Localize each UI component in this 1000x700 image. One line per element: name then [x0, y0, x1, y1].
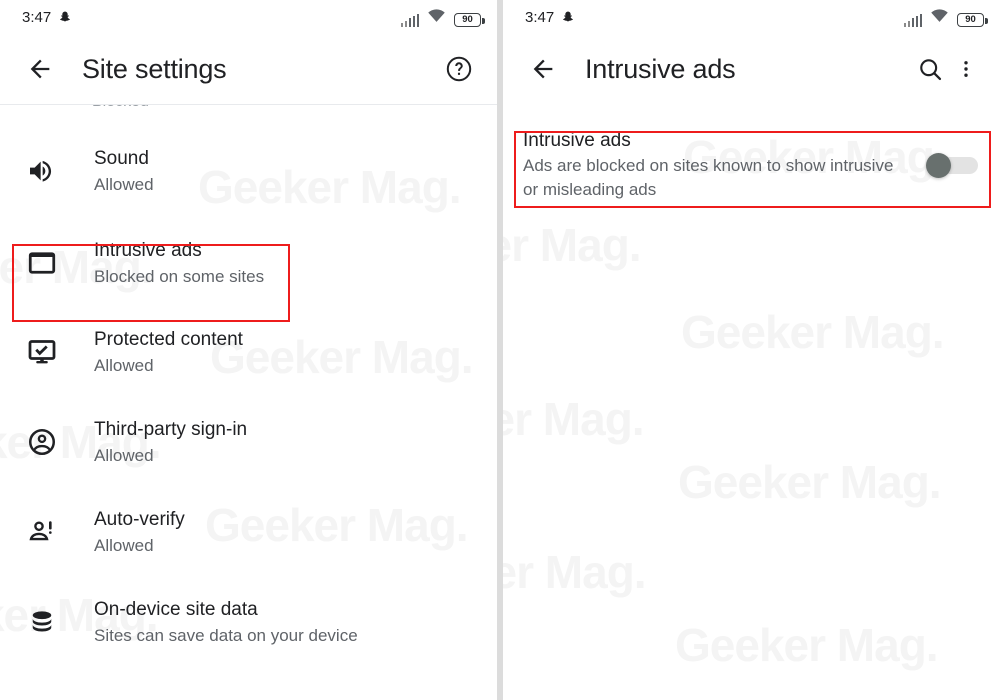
settings-row-subtitle: Allowed [94, 355, 154, 375]
settings-row-text: Third-party sign-in Allowed [94, 417, 247, 468]
wifi-icon [427, 8, 446, 27]
site-settings-list: Blocked Sound Allowed [0, 105, 497, 667]
status-bar-clock: 3:47 [22, 8, 52, 26]
snapchat-ghost-icon [561, 10, 575, 25]
toggle-row-title: Intrusive ads [523, 130, 631, 151]
database-stack-icon [22, 602, 62, 642]
volume-up-icon [22, 151, 62, 191]
status-bar-left: 3:47 [525, 9, 575, 26]
toggle-knob [926, 153, 951, 178]
intrusive-ads-toggle-row[interactable]: Intrusive ads Ads are blocked on sites k… [503, 114, 1000, 216]
ad-block-square-icon [22, 243, 62, 283]
cellular-signal-icon [400, 13, 419, 27]
left-panel-site-settings: Geeker Mag. Geeker Mag. Geeker Mag. Geek… [0, 0, 497, 700]
settings-row-title: On-device site data [94, 598, 258, 620]
settings-row-text: Intrusive ads Blocked on some sites [94, 238, 264, 289]
watermark: Geeker Mag. [503, 219, 642, 271]
status-bar-left: 3:47 [22, 9, 72, 26]
battery-icon: 90 [454, 12, 485, 27]
toggle-row-subtitle: Ads are blocked on sites known to show i… [523, 156, 894, 199]
back-arrow-icon[interactable] [523, 49, 563, 89]
settings-row-sound[interactable]: Sound Allowed [0, 123, 497, 219]
settings-row-subtitle: Blocked on some sites [94, 266, 265, 286]
more-vert-icon[interactable] [950, 49, 982, 89]
settings-row-text: Auto-verify Allowed [94, 507, 185, 558]
search-icon[interactable] [910, 49, 950, 89]
person-alert-icon [22, 512, 62, 552]
settings-row-text: Protected content Allowed [94, 327, 243, 378]
page-title: Site settings [82, 53, 227, 84]
settings-row-title: Intrusive ads [94, 239, 202, 261]
help-circle-icon[interactable] [439, 49, 479, 89]
status-bar: 3:47 90 [503, 0, 1000, 34]
status-bar: 3:47 90 [0, 0, 497, 34]
settings-row-third-party-sign-in[interactable]: Third-party sign-in Allowed [0, 397, 497, 487]
snapchat-ghost-icon [58, 10, 72, 25]
watermark: Geeker Mag. [675, 619, 939, 671]
watermark: Geeker Mag. [503, 546, 647, 598]
cellular-signal-icon [903, 13, 922, 27]
battery-level: 90 [965, 13, 976, 25]
settings-row-text: On-device site data Sites can save data … [94, 597, 358, 648]
dual-screenshot-container: Geeker Mag. Geeker Mag. Geeker Mag. Geek… [0, 0, 1000, 700]
scrolled-partial-row: Blocked [0, 105, 497, 123]
scrolled-partial-text: Blocked [92, 105, 149, 111]
intrusive-ads-toggle-switch[interactable] [926, 153, 978, 178]
status-bar-right: 90 [903, 8, 988, 27]
settings-row-title: Third-party sign-in [94, 418, 248, 440]
status-bar-right: 90 [400, 8, 485, 27]
left-app-bar: Site settings [0, 34, 497, 104]
settings-row-title: Sound [94, 147, 149, 169]
right-app-bar: Intrusive ads [503, 34, 1000, 104]
back-arrow-icon[interactable] [20, 49, 60, 89]
battery-level: 90 [462, 13, 473, 25]
toggle-row-text: Intrusive ads Ads are blocked on sites k… [523, 128, 926, 202]
settings-row-auto-verify[interactable]: Auto-verify Allowed [0, 487, 497, 577]
settings-row-text: Sound Allowed [94, 146, 154, 197]
settings-row-subtitle: Allowed [94, 535, 154, 555]
settings-row-intrusive-ads[interactable]: Intrusive ads Blocked on some sites [0, 219, 497, 307]
watermark: Geeker Mag. [678, 456, 942, 508]
settings-row-subtitle: Allowed [94, 174, 154, 194]
page-title: Intrusive ads [585, 53, 736, 84]
settings-row-on-device-site-data[interactable]: On-device site data Sites can save data … [0, 577, 497, 667]
settings-row-title: Auto-verify [94, 508, 185, 530]
status-bar-clock: 3:47 [525, 8, 555, 26]
settings-row-protected-content[interactable]: Protected content Allowed [0, 307, 497, 397]
watermark: Geeker Mag. [503, 393, 645, 445]
wifi-icon [930, 8, 949, 27]
settings-row-subtitle: Sites can save data on your device [94, 625, 358, 645]
watermark: Geeker Mag. [681, 306, 945, 358]
account-circle-icon [22, 422, 62, 462]
settings-row-title: Protected content [94, 328, 243, 350]
battery-icon: 90 [957, 12, 988, 27]
monitor-check-icon [22, 332, 62, 372]
settings-row-subtitle: Allowed [94, 445, 154, 465]
right-panel-intrusive-ads: Geeker Mag. Geeker Mag. Geeker Mag. Geek… [503, 0, 1000, 700]
